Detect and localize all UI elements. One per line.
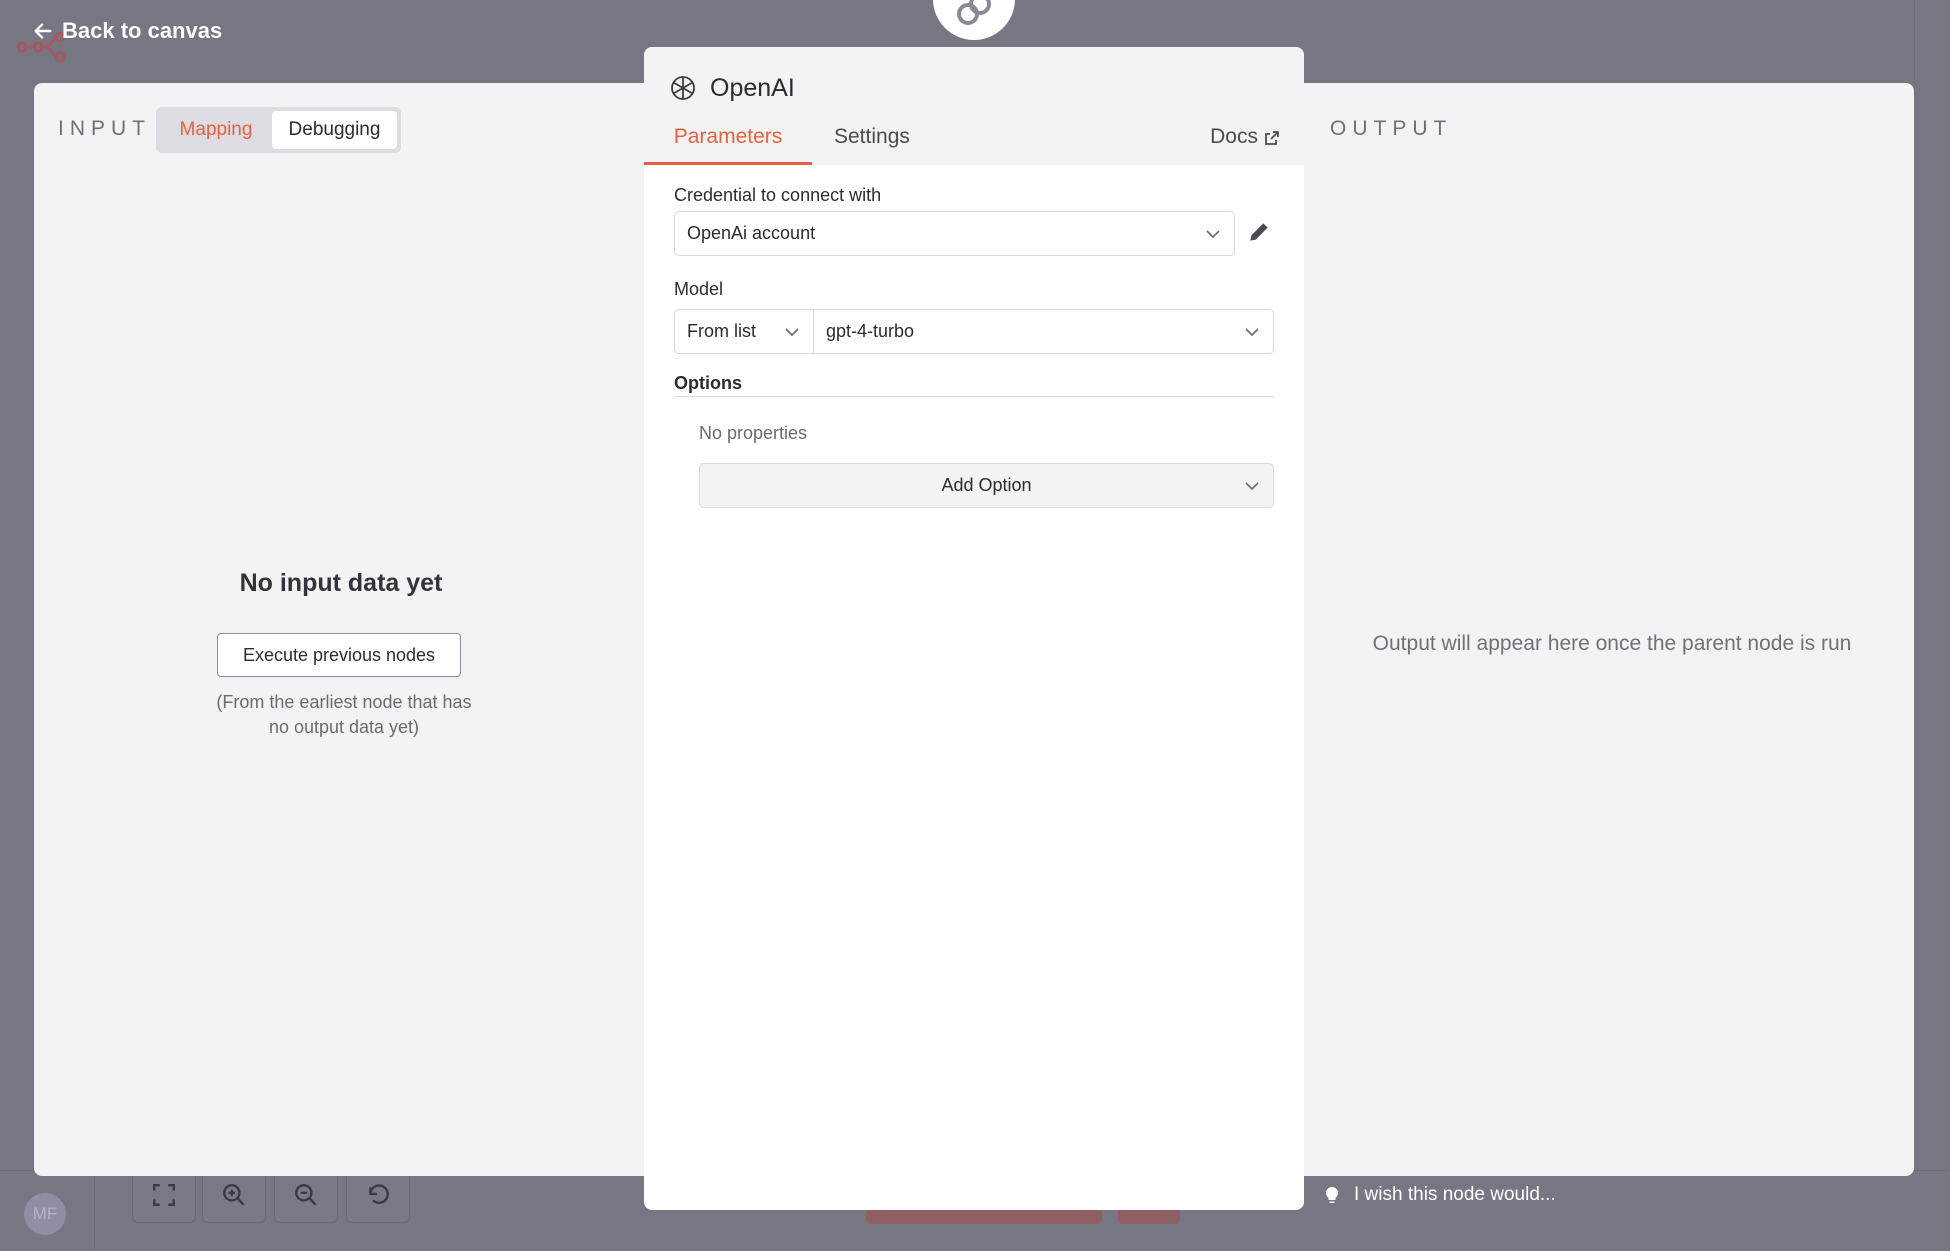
tab-settings[interactable]: Settings [834, 125, 910, 165]
avatar[interactable]: MF [24, 1193, 66, 1235]
docs-label: Docs [1210, 125, 1258, 148]
execute-hint: (From the earliest node that has no outp… [216, 692, 472, 737]
feedback-label: I wish this node would... [1354, 1184, 1556, 1205]
edit-credential-icon[interactable] [1246, 219, 1272, 245]
model-value: gpt-4-turbo [826, 321, 915, 341]
openai-icon [671, 76, 695, 100]
add-option-label: Add Option [941, 475, 1032, 495]
fullscreen-icon [153, 1184, 175, 1206]
chevron-down-icon [785, 328, 799, 337]
input-panel: INPUT Mapping Debugging No input data ye… [34, 83, 648, 1176]
zoom-in-icon [223, 1184, 245, 1206]
options-label: Options [674, 373, 742, 393]
node-settings-panel: OpenAI Parameters Settings Docs Credenti… [644, 47, 1304, 1210]
canvas-divider [94, 1170, 95, 1251]
input-mode-toggle: Mapping Debugging [156, 107, 401, 153]
canvas-divider [1914, 0, 1915, 95]
credential-select[interactable]: OpenAi account [674, 211, 1235, 256]
docs-link[interactable]: Docs [1210, 125, 1280, 165]
credential-value: OpenAi account [687, 223, 816, 243]
mapping-mode-button[interactable]: Mapping [160, 111, 272, 149]
no-properties-text: No properties [699, 423, 808, 443]
model-mode-select[interactable]: From list [674, 309, 814, 354]
model-mode-value: From list [687, 321, 756, 341]
output-panel-label: OUTPUT [1330, 117, 1453, 140]
zoom-out-icon [295, 1184, 317, 1206]
undo-icon [369, 1184, 389, 1204]
output-empty-hint: Output will appear here once the parent … [1372, 632, 1852, 655]
options-divider [674, 396, 1274, 397]
add-option-button[interactable]: Add Option [699, 463, 1274, 508]
input-panel-label: INPUT [58, 117, 151, 140]
output-panel: OUTPUT Output will appear here once the … [1302, 83, 1914, 1176]
node-title: OpenAI [668, 73, 795, 103]
back-to-canvas-label: Back to canvas [62, 18, 223, 43]
tab-parameters[interactable]: Parameters [644, 125, 812, 165]
execute-previous-nodes-button[interactable]: Execute previous nodes [217, 633, 461, 677]
chevron-down-icon [1206, 230, 1220, 239]
debugging-mode-button[interactable]: Debugging [272, 111, 397, 149]
model-label: Model [674, 279, 724, 299]
external-link-icon [1265, 131, 1279, 145]
node-title-text: OpenAI [710, 73, 795, 102]
node-feedback-link[interactable]: I wish this node would... [1322, 1184, 1556, 1206]
no-input-title: No input data yet [239, 569, 443, 597]
node-header: OpenAI Parameters Settings Docs [644, 47, 1304, 165]
chevron-down-icon [1245, 328, 1259, 337]
link-icon [957, 0, 991, 25]
arrow-left-icon [34, 23, 52, 39]
model-select[interactable]: gpt-4-turbo [813, 309, 1274, 354]
ndv-screen: Back to canvas MF INPUT Mapping Debuggin… [0, 0, 1950, 1251]
credential-label: Credential to connect with [674, 185, 882, 205]
lightbulb-icon [1325, 1186, 1339, 1203]
chevron-down-icon [1245, 482, 1259, 491]
back-to-canvas-link[interactable]: Back to canvas [32, 16, 222, 46]
